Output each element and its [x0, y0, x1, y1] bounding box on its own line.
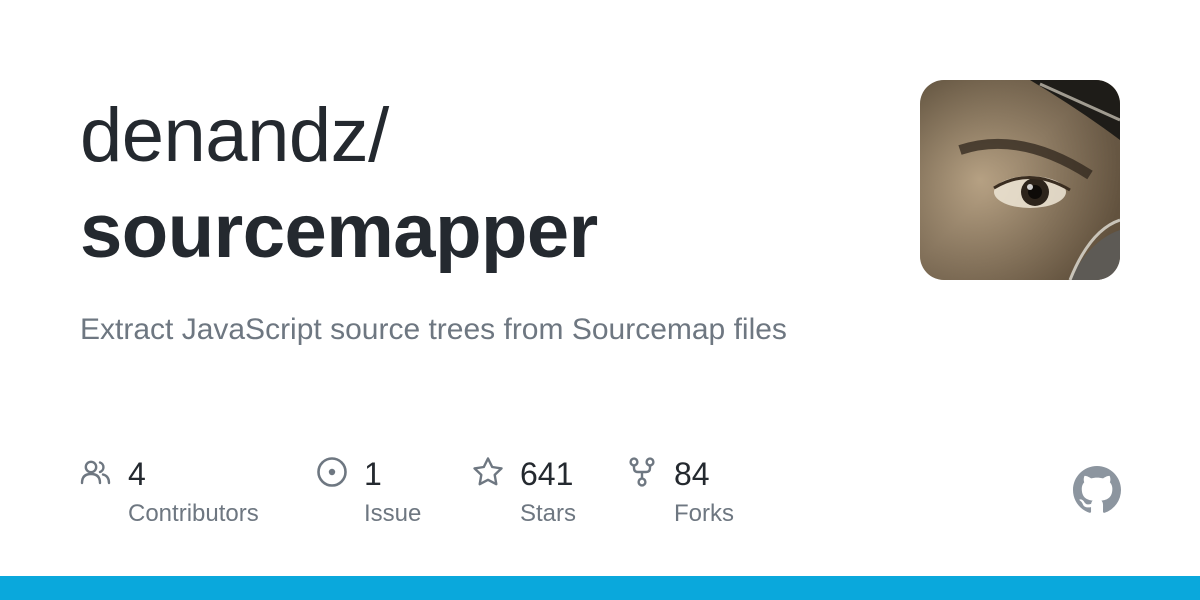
star-icon — [473, 457, 503, 486]
language-color-bar — [0, 576, 1200, 600]
owner-avatar — [920, 80, 1120, 280]
contributors-label: Contributors — [128, 500, 259, 527]
github-logo-icon — [1073, 466, 1121, 513]
stars-label: Stars — [520, 500, 577, 527]
repo-name: sourcemapper — [80, 189, 598, 274]
forks-count: 84 — [674, 456, 710, 492]
issues-count: 1 — [364, 456, 382, 492]
issue-opened-icon — [317, 457, 347, 487]
repo-forked-icon — [629, 457, 655, 487]
repo-description: Extract JavaScript source trees from Sou… — [80, 313, 787, 346]
stars-count: 641 — [520, 456, 574, 492]
issues-label: Issue — [364, 500, 422, 527]
repo-owner: denandz/ — [80, 93, 389, 178]
people-icon — [80, 460, 111, 485]
contributors-count: 4 — [128, 456, 146, 492]
forks-label: Forks — [674, 500, 734, 527]
